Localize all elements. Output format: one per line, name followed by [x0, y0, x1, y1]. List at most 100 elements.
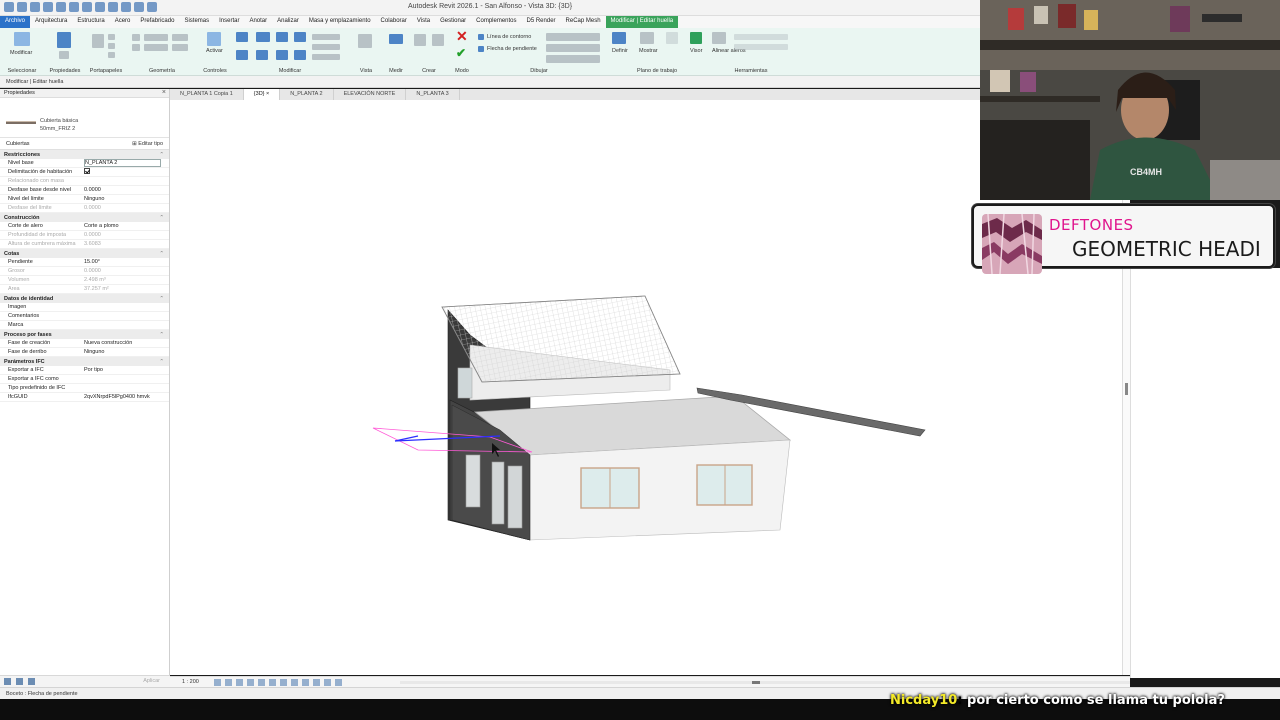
draw-shapes-row3[interactable]	[546, 55, 600, 63]
property-section[interactable]: Parámetros IFC ⌃	[0, 357, 169, 366]
property-value[interactable]: Por tipo	[84, 367, 169, 373]
align-icon[interactable]	[236, 32, 248, 42]
menu-tab[interactable]: Modificar | Editar huella	[605, 16, 679, 28]
modify-button[interactable]: Modificar	[10, 50, 32, 56]
visual-style-icon[interactable]	[225, 679, 232, 686]
array-icon[interactable]	[312, 44, 340, 50]
menu-tab[interactable]: Insertar	[214, 16, 244, 28]
constraints-icon[interactable]	[324, 679, 331, 686]
view-tab[interactable]: N_PLANTA 1 Copia 1	[170, 89, 244, 100]
wall-joins-icon[interactable]	[172, 44, 188, 51]
property-value[interactable]: 15.00°	[84, 259, 169, 265]
rotate-icon[interactable]	[276, 50, 288, 60]
property-section[interactable]: Cotas ⌃	[0, 249, 169, 258]
paint-icon[interactable]	[144, 44, 168, 51]
property-value[interactable]: Ninguno	[84, 349, 169, 355]
activate-button[interactable]: Activar	[206, 48, 223, 54]
property-value[interactable]: 0.0000	[84, 187, 169, 193]
menu-tab[interactable]: Analizar	[272, 16, 304, 28]
trim-icon[interactable]	[294, 50, 306, 60]
project-browser-icon[interactable]	[4, 678, 11, 685]
copy-element-icon[interactable]	[256, 50, 268, 60]
property-value[interactable]: Ninguno	[84, 196, 169, 202]
menu-tab[interactable]: Arquitectura	[30, 16, 72, 28]
activate-icon[interactable]	[207, 32, 221, 46]
scale-icon[interactable]	[312, 54, 340, 60]
mirror-draw-icon[interactable]	[294, 32, 306, 42]
property-section[interactable]: Proceso por fases ⌃	[0, 330, 169, 339]
reveal-hidden-icon[interactable]	[302, 679, 309, 686]
slope-arrow-button[interactable]: Flecha de pendiente	[487, 46, 537, 52]
menu-tab[interactable]: Vista	[412, 16, 435, 28]
show-crop-icon[interactable]	[269, 679, 276, 686]
menu-tab[interactable]: Colaborar	[376, 16, 412, 28]
menu-tab[interactable]: ReCap Mesh	[561, 16, 606, 28]
draw-shapes-row2[interactable]	[546, 44, 600, 52]
slope-arrow-icon[interactable]	[478, 46, 484, 52]
viewer-button[interactable]: Visor	[690, 48, 702, 54]
filter-icon[interactable]	[16, 678, 23, 685]
split-face-icon[interactable]	[172, 34, 188, 41]
view-tab[interactable]: N_PLANTA 3	[406, 89, 460, 100]
collapse-icon[interactable]: ⌃	[159, 152, 164, 158]
temp-hide-icon[interactable]	[291, 679, 298, 686]
cut-geometry-icon[interactable]	[144, 34, 168, 41]
close-icon[interactable]: ×	[162, 89, 166, 96]
view-tab[interactable]: {3D} ×	[243, 89, 281, 100]
menu-tab[interactable]: Archivo	[0, 16, 31, 28]
property-value[interactable]: Corte a plomo	[84, 223, 169, 229]
align-eaves-icon[interactable]	[712, 32, 726, 44]
join-icon[interactable]	[132, 44, 140, 51]
apply-button[interactable]: Aplicar	[143, 678, 160, 684]
hide-icon[interactable]	[358, 34, 372, 48]
cursor-icon[interactable]	[14, 32, 30, 46]
move-icon[interactable]	[236, 50, 248, 60]
match-icon[interactable]	[108, 52, 115, 58]
define-button[interactable]: Definir	[612, 48, 628, 54]
property-value[interactable]	[84, 168, 169, 176]
crop-view-icon[interactable]	[258, 679, 265, 686]
menu-tab[interactable]: Gestionar	[435, 16, 471, 28]
highlight-icon[interactable]	[335, 679, 342, 686]
show-workplane-icon[interactable]	[640, 32, 654, 44]
type-selector[interactable]: Cubierta básica 50mm_FRIZ 2	[0, 98, 169, 138]
menu-tab[interactable]: Masa y emplazamiento	[304, 16, 376, 28]
finish-edit-icon[interactable]: ✔	[456, 46, 466, 60]
menu-tab[interactable]: Prefabricado	[135, 16, 179, 28]
paste-icon[interactable]	[92, 34, 104, 48]
view-tab[interactable]: N_PLANTA 2	[280, 89, 334, 100]
boundary-line-button[interactable]: Línea de contorno	[487, 34, 531, 40]
property-section[interactable]: Construcción ⌃	[0, 213, 169, 222]
cope-icon[interactable]	[132, 34, 140, 41]
close-tab-icon[interactable]: ×	[265, 91, 269, 97]
sun-path-icon[interactable]	[236, 679, 243, 686]
menu-tab[interactable]: Complementos	[471, 16, 521, 28]
menu-tab[interactable]: Sistemas	[179, 16, 214, 28]
create-parts-icon[interactable]	[414, 34, 426, 46]
menu-tab[interactable]: Estructura	[72, 16, 109, 28]
collapse-icon[interactable]: ⌃	[159, 332, 164, 338]
menu-tab[interactable]: D5 Render	[522, 16, 561, 28]
group-label[interactable]: Seleccionar	[0, 68, 44, 74]
adjust-overhang-icon[interactable]	[734, 34, 788, 40]
menu-tab[interactable]: Acero	[110, 16, 136, 28]
scroll-thumb[interactable]	[1125, 383, 1128, 395]
adjust-height-icon[interactable]	[734, 44, 788, 50]
category-filter[interactable]: Cubiertas ⊞ Editar tipo	[0, 138, 169, 150]
offset-icon[interactable]	[256, 32, 270, 42]
copy-icon[interactable]	[108, 43, 115, 49]
collapse-icon[interactable]: ⌃	[159, 296, 164, 302]
properties-icon[interactable]	[57, 32, 71, 48]
lock-view-icon[interactable]	[280, 679, 287, 686]
collapse-icon[interactable]: ⌃	[159, 251, 164, 257]
horizontal-scrollbar[interactable]	[400, 681, 1130, 684]
hscroll-thumb[interactable]	[752, 681, 760, 684]
collapse-icon[interactable]: ⌃	[159, 359, 164, 365]
type-properties-icon[interactable]	[59, 51, 69, 59]
boundary-line-icon[interactable]	[478, 34, 484, 40]
draw-shapes-row1[interactable]	[546, 33, 600, 41]
property-value[interactable]: 2qvXNrpdF5lPg0400 hmvk	[84, 394, 169, 400]
set-workplane-icon[interactable]	[612, 32, 626, 44]
shadows-icon[interactable]	[247, 679, 254, 686]
mirror-icon[interactable]	[276, 32, 288, 42]
